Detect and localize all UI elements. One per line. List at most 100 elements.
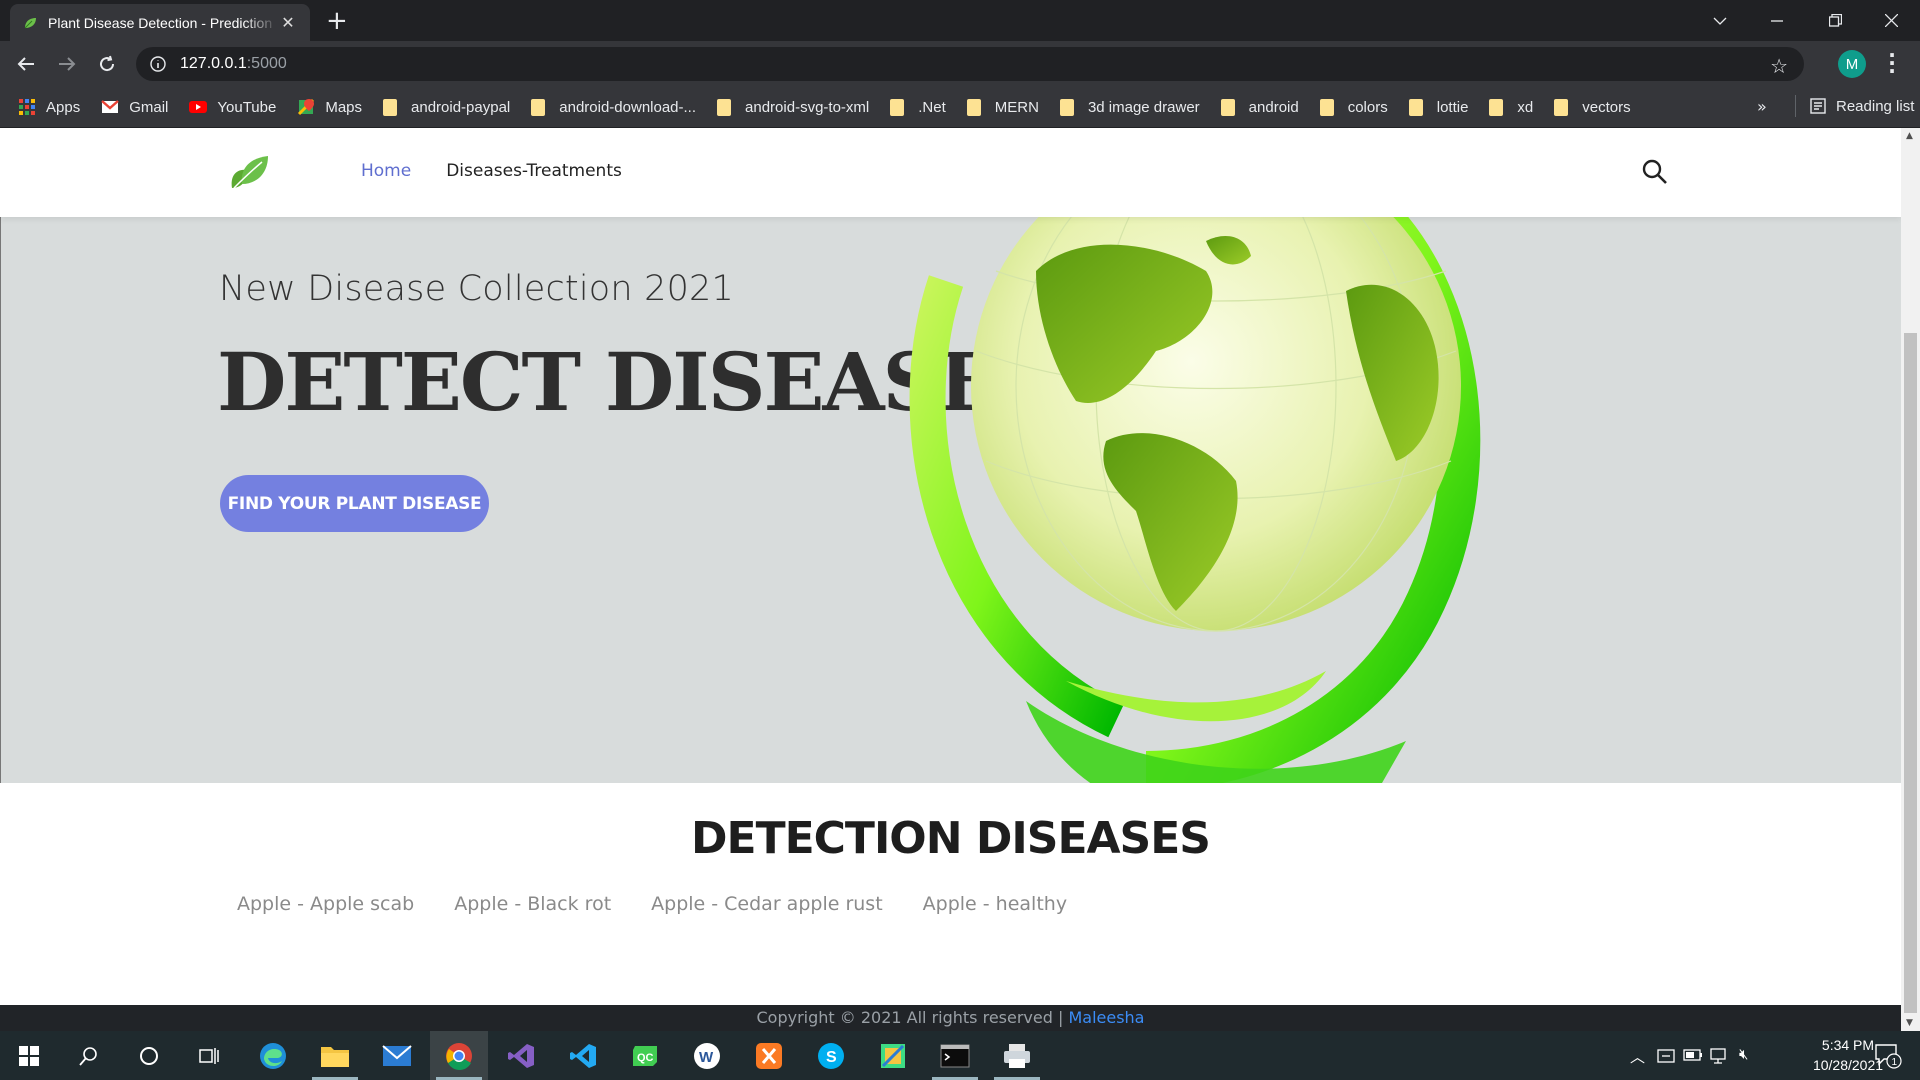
forward-button[interactable] xyxy=(53,50,81,78)
find-plant-disease-button[interactable]: FIND YOUR PLANT DISEASE xyxy=(220,475,489,532)
cortana-button[interactable] xyxy=(120,1031,178,1080)
bookmark-folder[interactable]: android xyxy=(1220,98,1299,116)
browser-menu-icon[interactable]: · · · xyxy=(1884,45,1900,81)
back-button[interactable] xyxy=(12,50,40,78)
page-scrollbar[interactable]: ▲ ▼ xyxy=(1901,128,1920,1031)
browser-tab[interactable]: Plant Disease Detection - Prediction ✕ xyxy=(10,4,310,41)
folder-icon xyxy=(1220,98,1235,116)
leaf-logo-icon[interactable] xyxy=(226,154,270,190)
svg-text:W: W xyxy=(699,1049,714,1066)
scroll-down-icon[interactable]: ▼ xyxy=(1906,1018,1913,1028)
folder-icon xyxy=(531,98,546,116)
disease-item[interactable]: Apple - healthy xyxy=(923,893,1067,915)
address-bar[interactable]: 127.0.0.1:5000 ☆ xyxy=(136,47,1804,81)
author-link[interactable]: Maleesha xyxy=(1068,1008,1144,1027)
youtube-icon xyxy=(189,101,208,113)
taskbar-app[interactable]: QC xyxy=(616,1031,674,1080)
taskbar-search-button[interactable] xyxy=(60,1031,118,1080)
disease-item[interactable]: Apple - Black rot xyxy=(454,893,611,915)
windows-taskbar: QC W S ︿ 🔇︎ 5:34 PM 10/28/2021 1 xyxy=(0,1031,1920,1080)
minimize-button[interactable] xyxy=(1748,0,1806,41)
volume-muted-icon[interactable]: 🔇︎ xyxy=(1739,1046,1748,1063)
profile-avatar[interactable]: M xyxy=(1838,50,1866,78)
section-heading: DETECTION DISEASES xyxy=(690,813,1211,864)
bookmark-folder[interactable]: MERN xyxy=(966,98,1039,116)
page-viewport: Home Diseases-Treatments New Disease Col… xyxy=(0,128,1901,1031)
notification-center-icon[interactable]: 1 xyxy=(1874,1043,1902,1069)
bookmark-folder[interactable]: vectors xyxy=(1554,98,1631,116)
site-info-icon[interactable] xyxy=(150,56,166,72)
taskbar-app[interactable]: W xyxy=(678,1031,736,1080)
tab-search-button[interactable] xyxy=(1691,0,1749,41)
folder-icon xyxy=(1059,98,1074,116)
restore-icon xyxy=(1828,14,1842,27)
bookmark-folder[interactable]: android-svg-to-xml xyxy=(717,98,869,116)
taskbar-app[interactable] xyxy=(926,1031,984,1080)
start-button[interactable] xyxy=(0,1031,58,1080)
detection-diseases-section: DETECTION DISEASES Apple - Apple scab Ap… xyxy=(0,783,1901,1005)
copyright-text: Copyright © 2021 All rights reserved | xyxy=(756,1008,1069,1027)
taskbar-app[interactable] xyxy=(306,1031,364,1080)
nav-home-link[interactable]: Home xyxy=(361,161,411,181)
bookmark-apps[interactable]: Apps xyxy=(18,98,80,116)
reload-button[interactable] xyxy=(93,50,121,78)
close-window-button[interactable] xyxy=(1862,0,1920,41)
disease-item[interactable]: Apple - Apple scab xyxy=(237,893,414,915)
android-studio-icon xyxy=(881,1043,905,1068)
bookmark-folder[interactable]: xd xyxy=(1489,98,1533,116)
disease-item[interactable]: Apple - Cedar apple rust xyxy=(651,893,883,915)
chevron-up-icon[interactable]: ︿ xyxy=(1630,1046,1645,1067)
bookmark-folder[interactable]: android-download-... xyxy=(531,98,696,116)
terminal-icon xyxy=(940,1044,970,1067)
printer-icon xyxy=(1004,1043,1030,1068)
minimize-icon xyxy=(1771,19,1783,22)
bookmark-gmail[interactable]: Gmail xyxy=(101,98,168,116)
chrome-icon xyxy=(446,1042,472,1070)
battery-icon[interactable] xyxy=(1683,1049,1703,1061)
bookmark-youtube[interactable]: YouTube xyxy=(189,98,276,116)
bookmark-folder[interactable]: android-paypal xyxy=(383,98,510,116)
apps-grid-icon xyxy=(19,99,35,115)
new-tab-button[interactable]: + xyxy=(326,8,348,34)
more-bookmarks-button[interactable]: » xyxy=(1757,97,1767,116)
reload-icon xyxy=(100,55,115,72)
restore-button[interactable] xyxy=(1806,0,1864,41)
url-text: 127.0.0.1:5000 xyxy=(180,55,287,72)
bookmark-folder[interactable]: lottie xyxy=(1408,98,1468,116)
nav-diseases-treatments-link[interactable]: Diseases-Treatments xyxy=(446,161,622,181)
scroll-up-icon[interactable]: ▲ xyxy=(1906,131,1913,141)
folder-icon xyxy=(966,98,981,116)
hero-banner: New Disease Collection 2021 DETECT DISEA… xyxy=(0,217,1901,783)
taskbar-app[interactable]: S xyxy=(802,1031,860,1080)
meet-now-icon[interactable] xyxy=(1657,1047,1675,1065)
taskbar-app[interactable] xyxy=(430,1031,488,1080)
folder-icon xyxy=(1408,98,1423,116)
scrollbar-thumb[interactable] xyxy=(1904,333,1917,1013)
search-icon xyxy=(79,1046,97,1066)
bookmark-folder[interactable]: colors xyxy=(1319,98,1388,116)
folder-icon xyxy=(383,98,398,116)
arrow-left-icon xyxy=(17,57,34,71)
reading-list-button[interactable]: Reading list xyxy=(1795,95,1914,117)
taskbar-app[interactable] xyxy=(368,1031,426,1080)
tab-close-icon[interactable]: ✕ xyxy=(278,13,298,32)
taskbar-app[interactable] xyxy=(492,1031,550,1080)
bookmark-folder[interactable]: 3d image drawer xyxy=(1059,98,1200,116)
skype-icon: S xyxy=(818,1042,844,1069)
taskbar-app[interactable] xyxy=(864,1031,922,1080)
divider xyxy=(1795,95,1796,117)
notification-count: 1 xyxy=(1892,1057,1898,1068)
bookmark-folder[interactable]: .Net xyxy=(890,98,946,116)
taskbar-app[interactable] xyxy=(988,1031,1046,1080)
disease-list: Apple - Apple scab Apple - Black rot App… xyxy=(237,893,1107,915)
bookmark-maps[interactable]: Maps xyxy=(297,98,362,116)
taskbar-app[interactable] xyxy=(554,1031,612,1080)
task-view-button[interactable] xyxy=(180,1031,238,1080)
network-icon[interactable] xyxy=(1710,1047,1730,1065)
bookmark-star-icon[interactable]: ☆ xyxy=(1770,54,1788,78)
xampp-icon xyxy=(756,1042,782,1069)
taskbar-app[interactable] xyxy=(740,1031,798,1080)
taskbar-app[interactable] xyxy=(244,1031,302,1080)
search-icon[interactable] xyxy=(1641,158,1669,186)
globe-illustration xyxy=(909,217,1481,783)
